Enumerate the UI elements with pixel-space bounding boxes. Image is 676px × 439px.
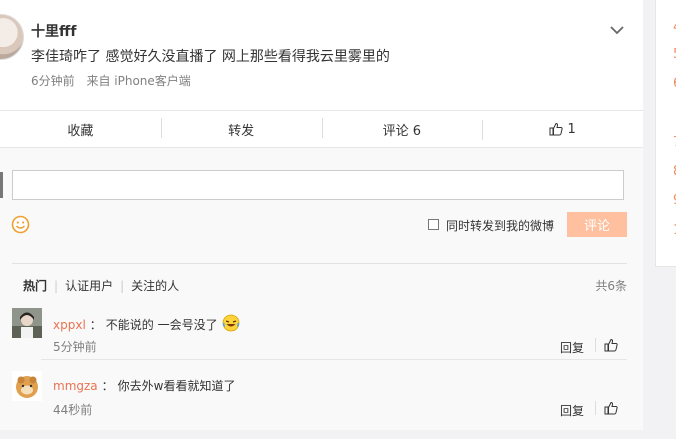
comment-body: xppxl ： 不能说的 一会号没了 bbox=[53, 314, 240, 335]
comment-divider bbox=[41, 359, 627, 360]
commenter-avatar[interactable] bbox=[12, 308, 42, 338]
post-meta: 6分钟前 来自 iPhone客户端 bbox=[31, 72, 191, 89]
comment-body: mmgza ： 你去外w看看就知道了 bbox=[53, 377, 236, 394]
filter-verified[interactable]: 认证用户 bbox=[65, 277, 113, 294]
comment-item: mmgza ： 你去外w看看就知道了 44秒前 回复 bbox=[12, 363, 627, 425]
post-time[interactable]: 6分钟前 bbox=[31, 74, 75, 88]
commenter-avatar[interactable] bbox=[12, 371, 42, 401]
filter-hot[interactable]: 热门 bbox=[23, 277, 47, 294]
post-card: 十里fff 李佳琦咋了 感觉好久没直播了 网上那些看得我云里雾里的 6分钟前 来… bbox=[0, 0, 643, 111]
commenter-name[interactable]: mmgza bbox=[53, 379, 98, 393]
right-sidebar-panel: 4 5 6 7 8 9 1 bbox=[655, 0, 676, 267]
input-left-marker bbox=[0, 172, 3, 198]
comment-time: 5分钟前 bbox=[53, 340, 97, 354]
user-avatar[interactable] bbox=[0, 14, 24, 60]
submit-comment-button[interactable]: 评论 bbox=[567, 212, 627, 237]
collect-button[interactable]: 收藏 bbox=[0, 120, 161, 139]
like-count: 1 bbox=[567, 121, 576, 137]
filter-following[interactable]: 关注的人 bbox=[131, 277, 179, 294]
thumbs-up-icon bbox=[549, 122, 564, 136]
filter-separator: | bbox=[120, 278, 125, 293]
repost-checkbox[interactable] bbox=[428, 219, 439, 230]
action-divider bbox=[595, 401, 596, 415]
commenter-name[interactable]: xppxl bbox=[53, 318, 86, 332]
filter-divider bbox=[12, 263, 627, 264]
post-text: 李佳琦咋了 感觉好久没直播了 网上那些看得我云里雾里的 bbox=[31, 49, 390, 65]
comment-total: 共6条 bbox=[595, 279, 627, 293]
post-source: 来自 iPhone客户端 bbox=[86, 74, 191, 88]
smiley-icon[interactable] bbox=[11, 215, 30, 234]
comment-item: xppxl ： 不能说的 一会号没了 5分钟前 回复 bbox=[12, 300, 627, 362]
comment-separator: ： bbox=[101, 379, 114, 393]
comment-like-icon[interactable] bbox=[604, 400, 618, 419]
post-actions: 收藏 转发 评论 6 1 bbox=[0, 111, 643, 148]
comment-time: 44秒前 bbox=[53, 403, 93, 417]
comment-text: 你去外w看看就知道了 bbox=[117, 379, 236, 393]
comment-filters: 热门 | 认证用户 | 关注的人 bbox=[23, 277, 179, 294]
collect-label: 收藏 bbox=[67, 123, 94, 139]
reply-button[interactable]: 回复 bbox=[560, 402, 584, 419]
comment-label: 评论 6 bbox=[382, 123, 422, 139]
repost-label: 转发 bbox=[228, 123, 255, 139]
filter-separator: | bbox=[54, 278, 59, 293]
comment-separator: ： bbox=[89, 318, 102, 332]
comment-text: 不能说的 一会号没了 bbox=[105, 318, 218, 332]
comment-like-icon[interactable] bbox=[604, 337, 618, 356]
like-button[interactable]: 1 bbox=[482, 119, 643, 140]
comment-button[interactable]: 评论 6 bbox=[321, 117, 483, 139]
laugh-cry-emoji-icon bbox=[222, 314, 240, 335]
reply-button[interactable]: 回复 bbox=[560, 339, 584, 356]
action-divider bbox=[595, 338, 596, 352]
post-username[interactable]: 十里fff bbox=[31, 21, 76, 41]
comment-input[interactable] bbox=[12, 170, 624, 200]
chevron-down-icon[interactable] bbox=[608, 22, 626, 36]
repost-checkbox-label[interactable]: 同时转发到我的微博 bbox=[446, 217, 554, 234]
repost-button[interactable]: 转发 bbox=[160, 117, 322, 139]
comment-panel: 同时转发到我的微博 评论 热门 | 认证用户 | 关注的人 共6条 xppxl … bbox=[0, 148, 643, 430]
